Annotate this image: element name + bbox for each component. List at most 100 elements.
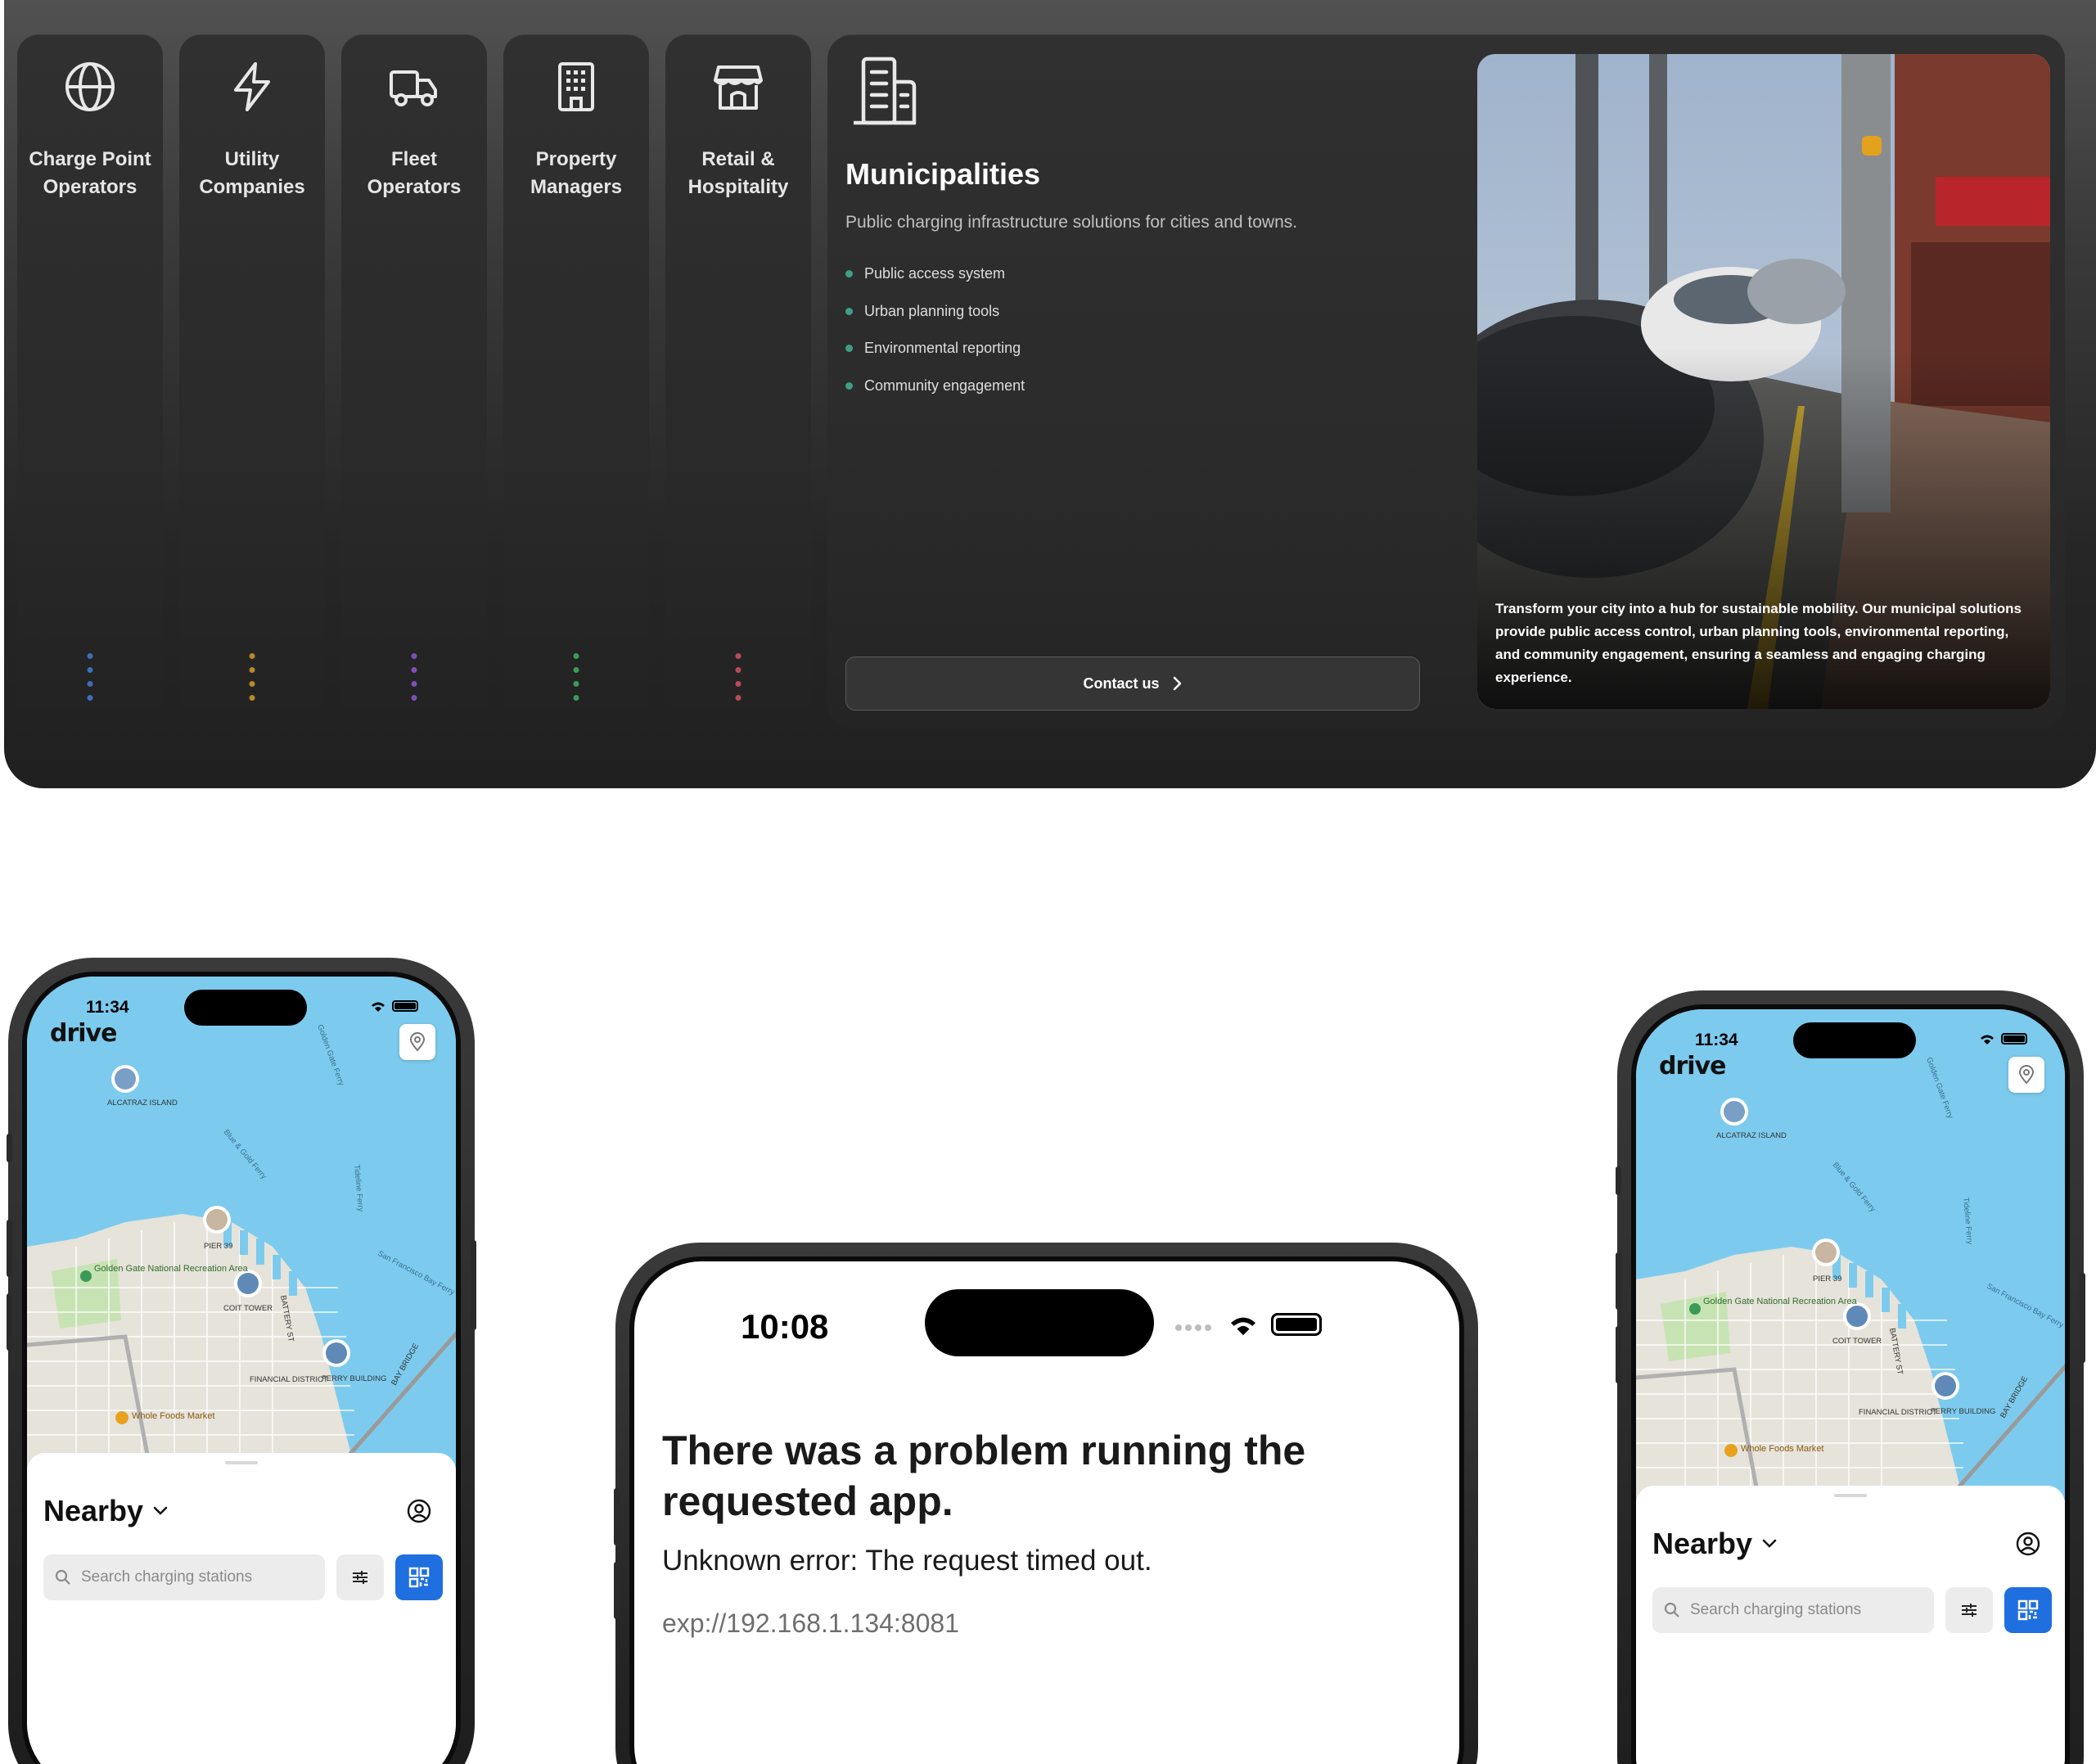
- dot: [249, 695, 255, 701]
- category-label: Retail & Hospitality: [687, 148, 789, 198]
- map-pin[interactable]: [1720, 1098, 1748, 1126]
- map-pin[interactable]: [1812, 1238, 1840, 1266]
- category-dots: [249, 653, 255, 701]
- map-graphic: ALCATRAZ ISLAND PIER 39 COIT TOWER FERRY…: [1636, 1009, 2065, 1502]
- side-button: [1616, 1166, 1621, 1195]
- dot: [573, 653, 579, 659]
- map-label: FERRY BUILDING: [322, 1374, 386, 1383]
- qr-scan-button[interactable]: [395, 1554, 443, 1600]
- storefront-icon: [714, 65, 763, 110]
- dot: [411, 667, 417, 673]
- search-placeholder: Search charging stations: [1690, 1601, 1862, 1618]
- battery-fill: [394, 1003, 416, 1009]
- municipalities-detail-card: Municipalities Public charging infrastru…: [827, 34, 2065, 729]
- map-label: COIT TOWER: [1832, 1337, 1882, 1346]
- map-pin[interactable]: [203, 1206, 231, 1234]
- nearby-dropdown[interactable]: Nearby: [1652, 1527, 1777, 1561]
- wifi-icon: [1981, 1035, 1994, 1044]
- map-label: ALCATRAZ ISLAND: [107, 1099, 178, 1108]
- dot: [573, 695, 579, 701]
- account-icon[interactable]: [407, 1499, 431, 1523]
- power-button: [471, 1240, 476, 1330]
- volume-button: [7, 1220, 12, 1277]
- detail-subtitle: Public charging infrastructure solutions…: [845, 213, 1298, 232]
- map-label: PIER 39: [1813, 1275, 1841, 1284]
- dot: [249, 681, 255, 687]
- lightning-icon: [234, 62, 270, 111]
- feature-label: Environmental reporting: [864, 340, 1021, 356]
- category-dots: [573, 653, 579, 701]
- category-card-retail-hospitality[interactable]: Retail & Hospitality: [665, 34, 811, 729]
- map-pin[interactable]: [1843, 1302, 1871, 1330]
- account-icon[interactable]: [2016, 1532, 2040, 1556]
- bottom-sheet[interactable]: Nearby Search charging stations: [27, 1453, 456, 1764]
- dot: [735, 695, 741, 701]
- qr-code-icon: [2017, 1599, 2039, 1621]
- solutions-panel: Charge Point Operators Utility Companies: [4, 0, 2096, 788]
- sliders-icon: [1962, 1604, 1977, 1617]
- location-button[interactable]: [399, 1024, 435, 1060]
- center-phone: 10:08 There was a problem running the re…: [614, 1243, 1478, 1764]
- category-card-charge-point-operators[interactable]: Charge Point Operators: [17, 34, 163, 729]
- sheet-grabber[interactable]: [225, 1461, 258, 1464]
- map-pin[interactable]: [234, 1270, 262, 1297]
- error-title: There was a problem running the requeste…: [662, 1428, 1306, 1524]
- map-label: PIER 39: [204, 1242, 232, 1251]
- sheet-grabber[interactable]: [1834, 1494, 1867, 1497]
- bottom-sheet[interactable]: Nearby Search charging stations: [1636, 1486, 2065, 1764]
- search-input[interactable]: Search charging stations: [43, 1554, 325, 1600]
- dot: [87, 681, 93, 687]
- feature-label: Urban planning tools: [864, 302, 1000, 319]
- building-icon: [558, 62, 594, 111]
- dot: [87, 695, 93, 701]
- sliders-icon: [353, 1571, 367, 1584]
- side-button: [614, 1488, 620, 1545]
- qr-scan-button[interactable]: [2004, 1587, 2052, 1633]
- volume-button: [614, 1562, 620, 1619]
- dot: [573, 667, 579, 673]
- category-dots: [411, 653, 417, 701]
- search-icon: [55, 1569, 70, 1585]
- category-card-fleet-operators[interactable]: Fleet Operators: [341, 34, 487, 729]
- dot: [735, 681, 741, 687]
- map-label: FINANCIAL DISTRICT: [250, 1375, 328, 1384]
- power-button: [2080, 1273, 2085, 1363]
- category-card-property-managers[interactable]: Property Managers: [503, 34, 649, 729]
- category-dots: [735, 653, 741, 701]
- feature-label: Community engagement: [864, 377, 1025, 394]
- dot: [411, 653, 417, 659]
- map-pin[interactable]: [1931, 1372, 1959, 1400]
- side-button: [7, 1134, 12, 1162]
- wifi-icon: [372, 1002, 385, 1012]
- map-label: Whole Foods Market: [132, 1411, 214, 1421]
- contact-us-label: Contact us: [1083, 674, 1160, 692]
- nearby-label: Nearby: [1652, 1527, 1753, 1560]
- dynamic-island: [184, 990, 307, 1026]
- feature-label: Public access system: [864, 265, 1006, 282]
- drive-logo: drive: [1659, 1052, 1726, 1081]
- error-message: Unknown error: The request timed out.: [662, 1545, 1152, 1577]
- drive-logo: drive: [50, 1019, 117, 1048]
- error-url[interactable]: exp://192.168.1.134:8081: [662, 1608, 959, 1639]
- map-pin[interactable]: [322, 1339, 350, 1367]
- map-view[interactable]: ALCATRAZ ISLAND PIER 39 COIT TOWER FERRY…: [27, 977, 456, 1469]
- map-label: Golden Gate National Recreation Area: [94, 1264, 249, 1274]
- municipal-building-icon: [854, 56, 917, 125]
- dot: [249, 667, 255, 673]
- category-label: Charge Point Operators: [29, 148, 151, 198]
- location-button[interactable]: [2008, 1057, 2044, 1093]
- location-pin-icon: [2018, 1065, 2035, 1085]
- filter-button[interactable]: [1945, 1587, 1993, 1633]
- contact-us-button[interactable]: Contact us: [845, 656, 1420, 711]
- search-input[interactable]: Search charging stations: [1652, 1587, 1934, 1633]
- status-time: 11:34: [86, 998, 129, 1017]
- category-card-utility-companies[interactable]: Utility Companies: [179, 34, 325, 729]
- ev-charging-photo: Transform your city into a hub for susta…: [1477, 54, 2050, 709]
- nearby-dropdown[interactable]: Nearby: [43, 1494, 168, 1528]
- battery-fill: [1276, 1318, 1317, 1331]
- map-view[interactable]: ALCATRAZ ISLAND PIER 39 COIT TOWER FERRY…: [1636, 1009, 2065, 1502]
- map-pin[interactable]: [111, 1065, 139, 1093]
- map-label: ALCATRAZ ISLAND: [1716, 1131, 1787, 1140]
- bullet-dot: [845, 381, 853, 390]
- filter-button[interactable]: [336, 1554, 384, 1600]
